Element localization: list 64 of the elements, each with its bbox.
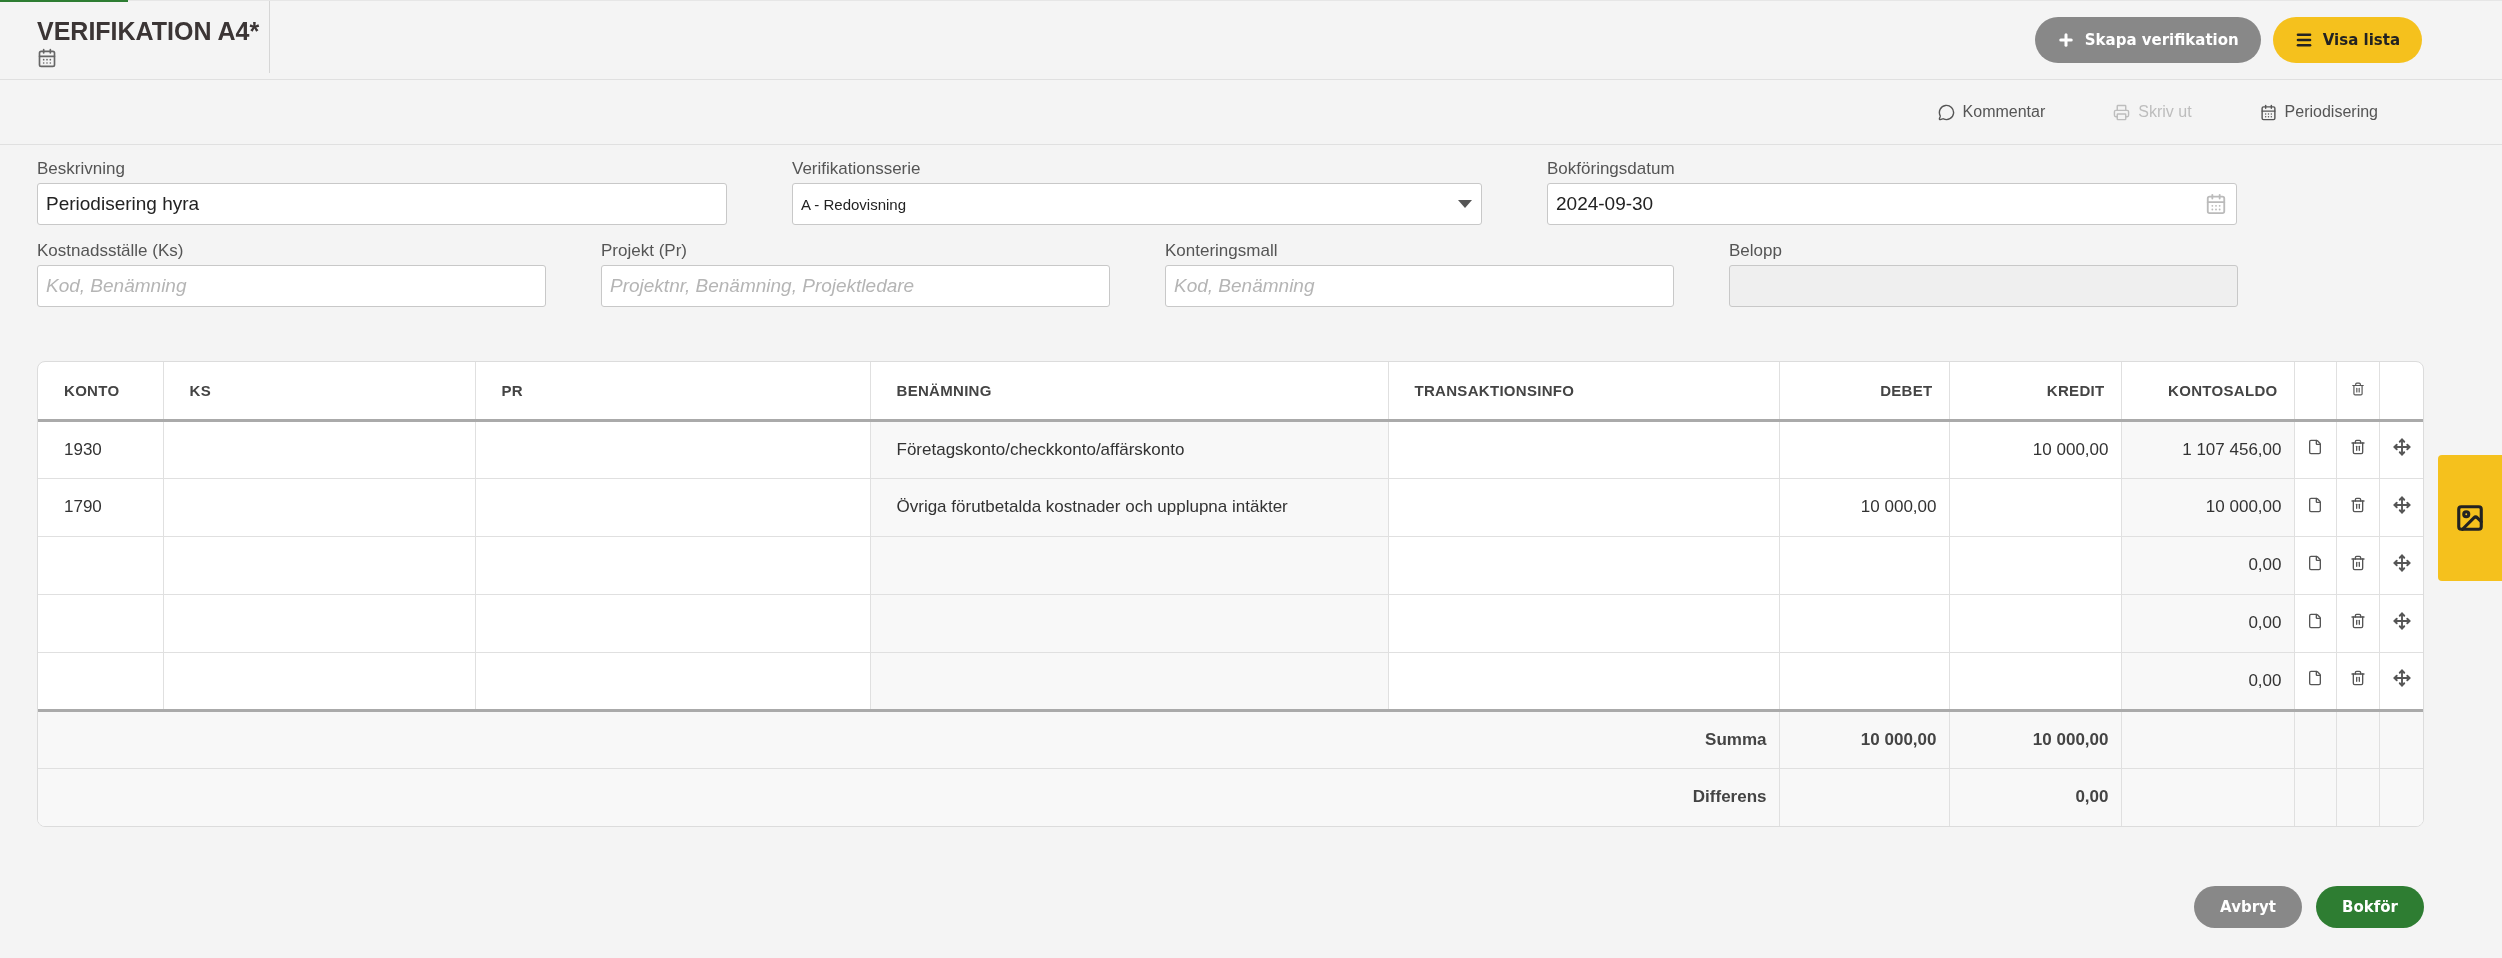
table-cell: 0,00	[1949, 768, 2121, 826]
document-icon[interactable]	[2307, 612, 2323, 629]
table-cell: Övriga förutbetalda kostnader och upplupna intäkter	[870, 478, 1388, 536]
move-icon[interactable]	[2393, 611, 2412, 630]
document-icon[interactable]	[2307, 554, 2323, 571]
table-cell: 10 000,00	[1949, 710, 2121, 768]
input-field[interactable]: Kod, Benämning	[1165, 265, 1674, 307]
field-label: Projekt (Pr)	[601, 241, 688, 261]
table-cell: 10 000,00	[1779, 710, 1949, 768]
table-cell: 1 107 456,00	[2121, 420, 2294, 478]
action-link[interactable]: Kommentar	[1937, 103, 2046, 121]
calendar-icon	[2259, 103, 2277, 121]
image-tab[interactable]	[2438, 455, 2502, 581]
move-icon[interactable]	[2393, 438, 2412, 456]
input-field[interactable]: Projektnr, Benämning, Projektledare	[601, 265, 1110, 307]
field-label: Kostnadsställe (Ks)	[37, 241, 185, 261]
table-cell: 1930	[38, 420, 163, 478]
list-button[interactable]: Visa lista	[2272, 17, 2422, 63]
move-icon[interactable]	[2393, 553, 2412, 572]
submit-button[interactable]: Bokför	[2316, 886, 2424, 928]
summary-label: Differens	[38, 768, 1779, 826]
printer-icon	[2113, 103, 2131, 121]
field-label: Beskrivning	[37, 159, 126, 179]
table-cell: 1790	[38, 478, 163, 536]
select-field[interactable]: A - Redovisning	[792, 183, 1482, 225]
action-label: Periodisering	[2284, 103, 2378, 121]
menu-icon	[2294, 31, 2313, 49]
table-cell: 10 000,00	[1949, 420, 2121, 478]
move-icon[interactable]	[2393, 495, 2412, 514]
document-icon[interactable]	[2307, 439, 2323, 455]
field-label: Konteringsmall	[1165, 241, 1279, 261]
date-field[interactable]: 2024-09-30	[1547, 183, 2237, 225]
table-cell: 0,00	[2121, 594, 2294, 652]
trash-icon[interactable]	[2349, 554, 2366, 571]
trash-icon[interactable]	[2349, 670, 2366, 686]
field-label: Verifikationsserie	[792, 159, 922, 179]
trash-icon[interactable]	[2349, 439, 2366, 455]
action-link[interactable]: Periodisering	[2259, 103, 2378, 121]
trash-icon[interactable]	[2349, 612, 2366, 629]
field-label: Bokföringsdatum	[1547, 159, 1676, 179]
dropdown-caret-icon	[1458, 200, 1472, 208]
field-label: Belopp	[1729, 241, 1783, 261]
comment-icon	[1937, 103, 1955, 121]
input-field[interactable]: Kod, Benämning	[37, 265, 546, 307]
table-cell: 0,00	[2121, 652, 2294, 710]
document-icon[interactable]	[2307, 496, 2323, 513]
create-button[interactable]: Skapa verifikation	[2034, 17, 2261, 63]
input-field[interactable]: Periodisering hyra	[37, 183, 727, 225]
calendar-icon	[37, 48, 57, 68]
table-cell: Företagskonto/checkkonto/affärskonto	[870, 420, 1388, 478]
summary-label: Summa	[38, 710, 1779, 768]
table-cell: 10 000,00	[2121, 478, 2294, 536]
image-icon	[2455, 503, 2485, 533]
cancel-button[interactable]: Avbryt	[2194, 886, 2303, 928]
table-cell: 0,00	[2121, 536, 2294, 594]
trash-icon[interactable]	[2349, 496, 2366, 513]
page-title: VERIFIKATION A4*	[37, 17, 261, 46]
move-icon[interactable]	[2393, 669, 2412, 687]
document-icon[interactable]	[2307, 670, 2323, 686]
plus-icon	[2056, 31, 2075, 49]
action-label: Kommentar	[1962, 103, 2046, 121]
delete-all-icon[interactable]	[2350, 381, 2365, 396]
table-cell: 10 000,00	[1779, 478, 1949, 536]
calendar-icon	[2205, 193, 2227, 215]
